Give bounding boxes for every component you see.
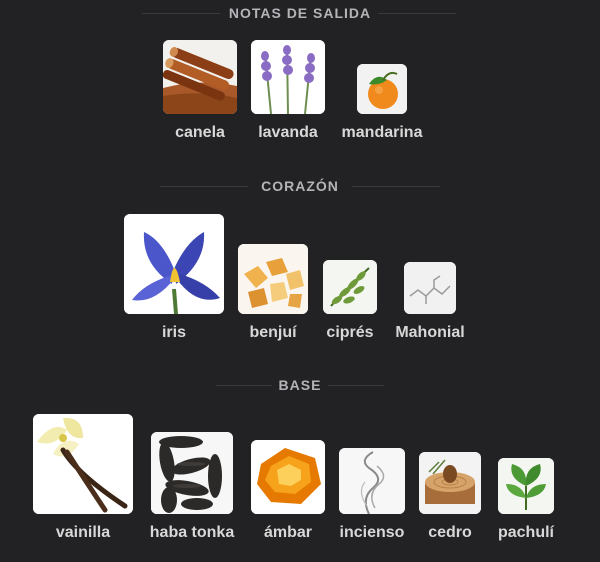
molecule-icon xyxy=(404,262,456,314)
note-haba-tonka[interactable]: haba tonka xyxy=(146,414,238,542)
note-cedro[interactable]: cedro xyxy=(416,414,484,542)
note-mandarina[interactable]: mandarina xyxy=(342,40,422,142)
note-label: pachulí xyxy=(497,524,554,541)
note-vainilla[interactable]: vainilla xyxy=(33,414,133,542)
cedar-icon xyxy=(419,452,481,514)
note-label: cedro xyxy=(428,524,472,541)
note-incienso[interactable]: incienso xyxy=(336,414,408,542)
note-label: Mahonial xyxy=(395,324,465,341)
tonka-bean-icon xyxy=(151,432,233,514)
note-label: lavanda xyxy=(258,124,318,141)
cypress-icon xyxy=(323,260,377,314)
note-mahonial[interactable]: Mahonial xyxy=(390,214,470,342)
section-title-base-text: BASE xyxy=(278,377,322,393)
note-label: ciprés xyxy=(326,324,374,341)
note-label: mandarina xyxy=(341,124,423,141)
note-label: iris xyxy=(161,324,186,341)
cinnamon-icon xyxy=(163,40,237,114)
note-canela[interactable]: canela xyxy=(160,40,240,142)
iris-icon xyxy=(124,214,224,314)
section-title-top-text: NOTAS DE SALIDA xyxy=(228,5,372,21)
note-label: vainilla xyxy=(55,524,111,541)
section-title-heart-text: CORAZÓN xyxy=(261,178,339,194)
note-pachuli[interactable]: pachulí xyxy=(494,414,558,542)
amber-icon xyxy=(251,440,325,514)
note-cipres[interactable]: ciprés xyxy=(320,214,380,342)
lavender-icon xyxy=(251,40,325,114)
note-label: benjuí xyxy=(249,324,297,341)
note-label: ámbar xyxy=(263,524,313,541)
vanilla-icon xyxy=(33,414,133,514)
note-ambar[interactable]: ámbar xyxy=(250,414,326,542)
note-label: incienso xyxy=(339,524,405,541)
section-title-top: NOTAS DE SALIDA xyxy=(0,5,600,21)
benzoin-icon xyxy=(238,244,308,314)
patchouli-icon xyxy=(498,458,554,514)
incense-icon xyxy=(339,448,405,514)
note-label: canela xyxy=(175,124,225,141)
section-title-heart: CORAZÓN xyxy=(0,178,600,194)
note-benjui[interactable]: benjuí xyxy=(236,214,310,342)
section-title-base: BASE xyxy=(0,377,600,393)
mandarin-icon xyxy=(357,64,407,114)
note-iris[interactable]: iris xyxy=(124,214,224,342)
note-lavanda[interactable]: lavanda xyxy=(248,40,328,142)
note-label: haba tonka xyxy=(149,524,235,541)
